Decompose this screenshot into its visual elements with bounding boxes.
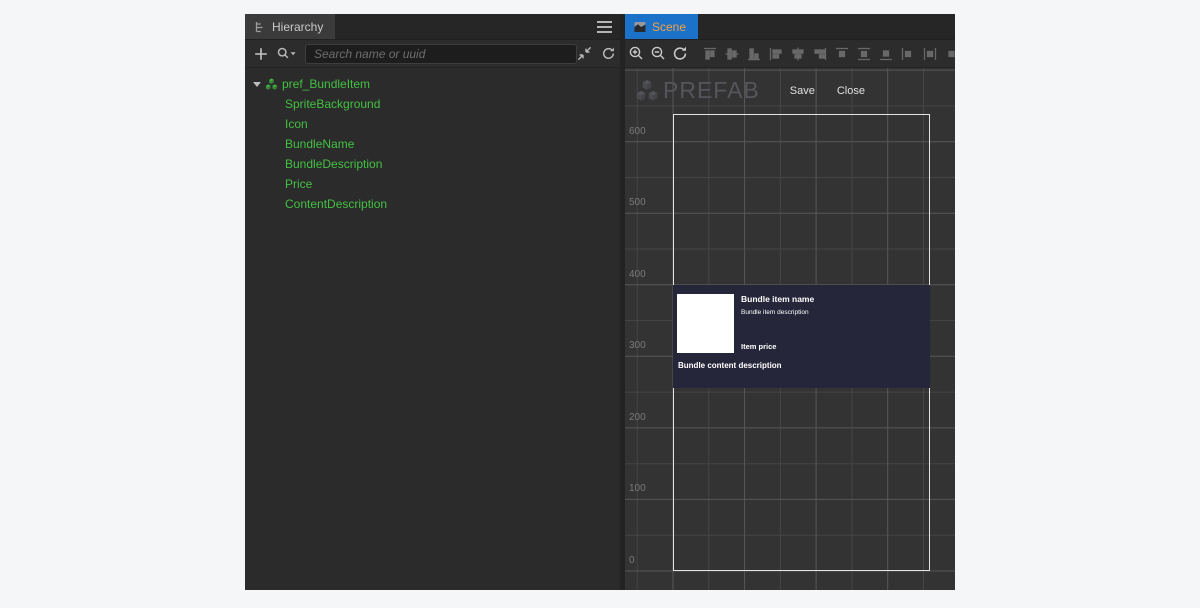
tab-scene-label: Scene [652,20,686,34]
tree-item-bundledescription[interactable]: BundleDescription [245,154,620,174]
tab-hierarchy-label: Hierarchy [272,20,323,34]
hierarchy-tree: pref_BundleItem SpriteBackgroundIconBund… [245,68,620,214]
editor-window: Hierarchy [245,14,955,590]
prefab-watermark-icon [635,79,659,103]
distribute-v-center-icon[interactable] [855,45,872,62]
distribute-bottom-icon[interactable] [877,45,894,62]
axis-label: 500 [629,197,646,208]
node-label: BundleName [285,134,354,154]
prefab-close-button[interactable]: Close [837,85,865,97]
align-bottom-icon[interactable] [745,45,762,62]
tab-scene[interactable]: Scene [625,14,698,39]
bundle-content-description-label[interactable]: Bundle content description [678,361,782,370]
axis-label: 200 [629,412,646,423]
reset-view-icon[interactable] [672,45,689,62]
tree-item-contentdescription[interactable]: ContentDescription [245,194,620,214]
scene-tabbar: Scene [625,14,955,40]
scene-image-icon [634,21,646,33]
prefab-save-button[interactable]: Save [790,85,815,97]
expand-arrow-icon[interactable] [253,82,261,87]
bundle-price-label[interactable]: Item price [741,342,776,351]
tree-item-root[interactable]: pref_BundleItem [245,74,620,94]
axis-label: 0 [629,555,635,566]
tab-hierarchy[interactable]: Hierarchy [245,14,335,39]
node-label: SpriteBackground [285,94,380,114]
prefab-cube-icon [265,78,278,91]
hierarchy-toolbar [245,40,620,68]
search-filter-icon[interactable] [276,46,298,61]
scene-panel: Scene [625,14,955,590]
bundle-icon-sprite[interactable] [677,294,734,353]
scene-viewport[interactable]: 600 500 400 300 200 100 0 Bundle item name Bun… [625,68,955,590]
add-node-icon[interactable] [253,46,268,61]
align-top-icon[interactable] [701,45,718,62]
distribute-top-icon[interactable] [833,45,850,62]
node-label: pref_BundleItem [282,74,370,94]
tree-children: SpriteBackgroundIconBundleNameBundleDesc… [245,94,620,214]
prefab-edit-bar: PREFAB Save Close [635,77,865,104]
scene-toolbar [625,40,955,68]
bundle-item-node[interactable]: Bundle item name Bundle item description… [673,285,930,388]
node-label: Icon [285,114,308,134]
tree-item-price[interactable]: Price [245,174,620,194]
zoom-out-icon[interactable] [650,45,667,62]
distribute-right-icon[interactable] [943,45,955,62]
bundle-name-label[interactable]: Bundle item name [741,294,814,304]
prefab-watermark-title: PREFAB [663,77,760,104]
refresh-icon[interactable] [601,46,616,61]
panel-menu-icon[interactable] [597,21,612,33]
zoom-in-icon[interactable] [628,45,645,62]
search-input[interactable] [305,44,577,64]
axis-label: 100 [629,483,646,494]
align-tools [701,45,955,62]
hierarchy-panel: Hierarchy [245,14,620,590]
align-h-center-icon[interactable] [789,45,806,62]
hierarchy-tree-icon [254,21,266,33]
align-right-icon[interactable] [811,45,828,62]
axis-label: 400 [629,269,646,280]
distribute-h-center-icon[interactable] [921,45,938,62]
align-v-center-icon[interactable] [723,45,740,62]
align-left-icon[interactable] [767,45,784,62]
axis-label: 300 [629,340,646,351]
node-label: Price [285,174,312,194]
tree-item-bundlename[interactable]: BundleName [245,134,620,154]
node-label: ContentDescription [285,194,387,214]
distribute-left-icon[interactable] [899,45,916,62]
hierarchy-toolbar-right [577,46,616,61]
bundle-description-label[interactable]: Bundle item description [741,309,809,316]
tree-item-spritebackground[interactable]: SpriteBackground [245,94,620,114]
node-label: BundleDescription [285,154,382,174]
hierarchy-tabbar: Hierarchy [245,14,620,40]
collapse-all-icon[interactable] [577,46,592,61]
axis-label: 600 [629,126,646,137]
tree-item-icon[interactable]: Icon [245,114,620,134]
